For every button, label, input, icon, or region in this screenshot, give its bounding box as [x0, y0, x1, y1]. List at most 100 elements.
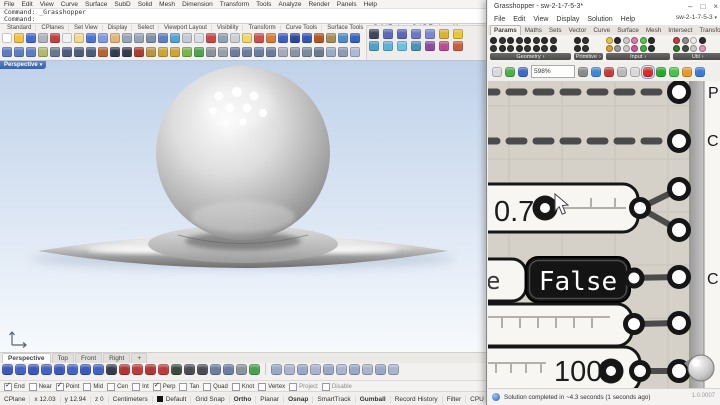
maximize-button[interactable]: □ [700, 2, 705, 11]
tab-perspective[interactable]: Perspective [2, 353, 51, 363]
toolbar-tab[interactable]: Display [104, 25, 133, 31]
status-planar[interactable]: Planar [256, 396, 284, 403]
value-list-icon[interactable] [631, 37, 638, 44]
line-param-icon[interactable] [499, 45, 506, 52]
colour-swatch-icon[interactable] [631, 45, 638, 52]
pencil-icon[interactable] [98, 47, 108, 57]
render-blue-sphere-icon[interactable] [278, 33, 288, 43]
tab-surface[interactable]: Surface [614, 26, 642, 35]
grasshopper-menu-item[interactable]: Display [556, 16, 579, 23]
number-slider-0-7[interactable]: 0.7 [488, 184, 649, 232]
relay-icon[interactable] [690, 37, 697, 44]
rocket-red-1-icon[interactable] [119, 364, 130, 375]
status-grid-snap[interactable]: Grid Snap [191, 396, 229, 403]
rotate-view-icon[interactable] [170, 33, 180, 43]
osnap-disable[interactable]: Disable [322, 383, 352, 391]
box-icon[interactable] [194, 47, 204, 57]
toggle-value[interactable]: False [539, 267, 617, 297]
minimize-button[interactable]: – [688, 2, 692, 11]
calendar-icon[interactable] [623, 45, 630, 52]
pointer-icon[interactable] [369, 29, 379, 39]
undo-icon[interactable] [86, 33, 96, 43]
status-x[interactable]: x 12.03 [30, 396, 60, 403]
pan-icon[interactable] [110, 33, 120, 43]
checkbox[interactable] [153, 383, 161, 391]
interp-curve-icon[interactable] [14, 47, 24, 57]
dimension-icon[interactable] [134, 47, 144, 57]
move-icon[interactable] [369, 41, 379, 51]
extrude-icon[interactable] [182, 47, 192, 57]
solver-lock-icon[interactable] [505, 67, 515, 77]
socket-2[interactable] [670, 132, 689, 151]
osnap-quad[interactable]: Quad [203, 383, 228, 391]
status-osnap[interactable]: Osnap [284, 396, 313, 403]
print-icon[interactable] [38, 33, 48, 43]
socket-3[interactable] [670, 180, 689, 199]
pod-blue-7-icon[interactable] [80, 364, 91, 375]
cplane-icon[interactable] [425, 29, 435, 39]
quality-full-icon[interactable] [695, 67, 705, 77]
lock-object-icon[interactable] [230, 33, 240, 43]
mirror-icon[interactable] [425, 41, 435, 51]
point-param-icon[interactable] [490, 37, 497, 44]
scribble-icon[interactable] [690, 45, 697, 52]
quality-low-icon[interactable] [656, 67, 666, 77]
tab-vector[interactable]: Vector [566, 26, 590, 35]
status-ortho[interactable]: Ortho [230, 396, 257, 403]
integer-param-icon[interactable] [582, 37, 589, 44]
rhino-menu-item[interactable]: Panels [337, 1, 357, 8]
show-object-icon[interactable] [218, 33, 228, 43]
toolbar-tab[interactable]: Visibility [213, 25, 244, 31]
tab-front[interactable]: Front [75, 353, 102, 363]
rhino-menu-item[interactable]: Edit [21, 1, 32, 8]
checkbox[interactable] [322, 383, 330, 391]
status-z[interactable]: z 0 [91, 396, 109, 403]
osnap-knot[interactable]: Knot [232, 383, 254, 391]
quality-med-icon[interactable] [669, 67, 679, 77]
points-on-icon[interactable] [411, 29, 421, 39]
gumball-box2-icon[interactable] [170, 47, 180, 57]
grasshopper-menu-item[interactable]: View [533, 16, 548, 23]
grasshopper-title-bar[interactable]: Grasshopper - sw-2-1-7-5-3* [488, 0, 720, 14]
osnap-tan[interactable]: Tan [179, 383, 199, 391]
image-sampler-icon[interactable] [640, 45, 647, 52]
orient-icon[interactable] [453, 41, 463, 51]
slider-output-socket[interactable] [632, 200, 649, 217]
osnap-end[interactable]: End [4, 383, 25, 391]
osnap-project[interactable]: Project [289, 383, 318, 391]
rocket-red-3-icon[interactable] [145, 364, 156, 375]
render-red-sphere-icon[interactable] [254, 33, 264, 43]
tab-curve[interactable]: Curve [590, 26, 613, 35]
options-gear-icon[interactable] [326, 33, 336, 43]
toolbar-tab[interactable]: Curve Tools [282, 25, 323, 31]
patch-icon[interactable] [278, 47, 288, 57]
pod-blue-5-icon[interactable] [54, 364, 65, 375]
viewport-title-tab[interactable]: Perspective▾ [0, 61, 46, 69]
zoom-focus-icon[interactable] [578, 67, 588, 77]
rhino-menu-item[interactable]: SubD [114, 1, 130, 8]
pod-blue-3-icon[interactable] [28, 364, 39, 375]
hatch-icon[interactable] [146, 47, 156, 57]
subd-param-icon[interactable] [533, 45, 540, 52]
rhino-menu-item[interactable]: Analyze [278, 1, 301, 8]
polyline-icon[interactable] [2, 47, 12, 57]
group-param-icon[interactable] [516, 45, 523, 52]
sweep-icon[interactable] [314, 47, 324, 57]
copy-icon[interactable] [62, 33, 72, 43]
ghosted-sphere-icon[interactable] [302, 33, 312, 43]
distribute-icon[interactable] [284, 364, 295, 375]
zoom-level-input[interactable] [531, 65, 575, 78]
tab-top[interactable]: Top [52, 353, 74, 363]
toolbar-tab[interactable]: Transform [244, 25, 280, 31]
four-view-icon[interactable] [182, 33, 192, 43]
capsule-dark-icon[interactable] [106, 364, 117, 375]
earth-icon[interactable] [338, 33, 348, 43]
orbit-icon[interactable] [236, 364, 247, 375]
volume-icon[interactable] [349, 364, 360, 375]
brep-param-icon[interactable] [541, 37, 548, 44]
drag-icon[interactable] [383, 41, 393, 51]
grasshopper-menu-item[interactable]: Solution [587, 16, 612, 23]
gumball-box-icon[interactable] [158, 47, 168, 57]
open-file-icon[interactable] [14, 33, 24, 43]
tab-new-viewport[interactable]: + [131, 353, 147, 363]
